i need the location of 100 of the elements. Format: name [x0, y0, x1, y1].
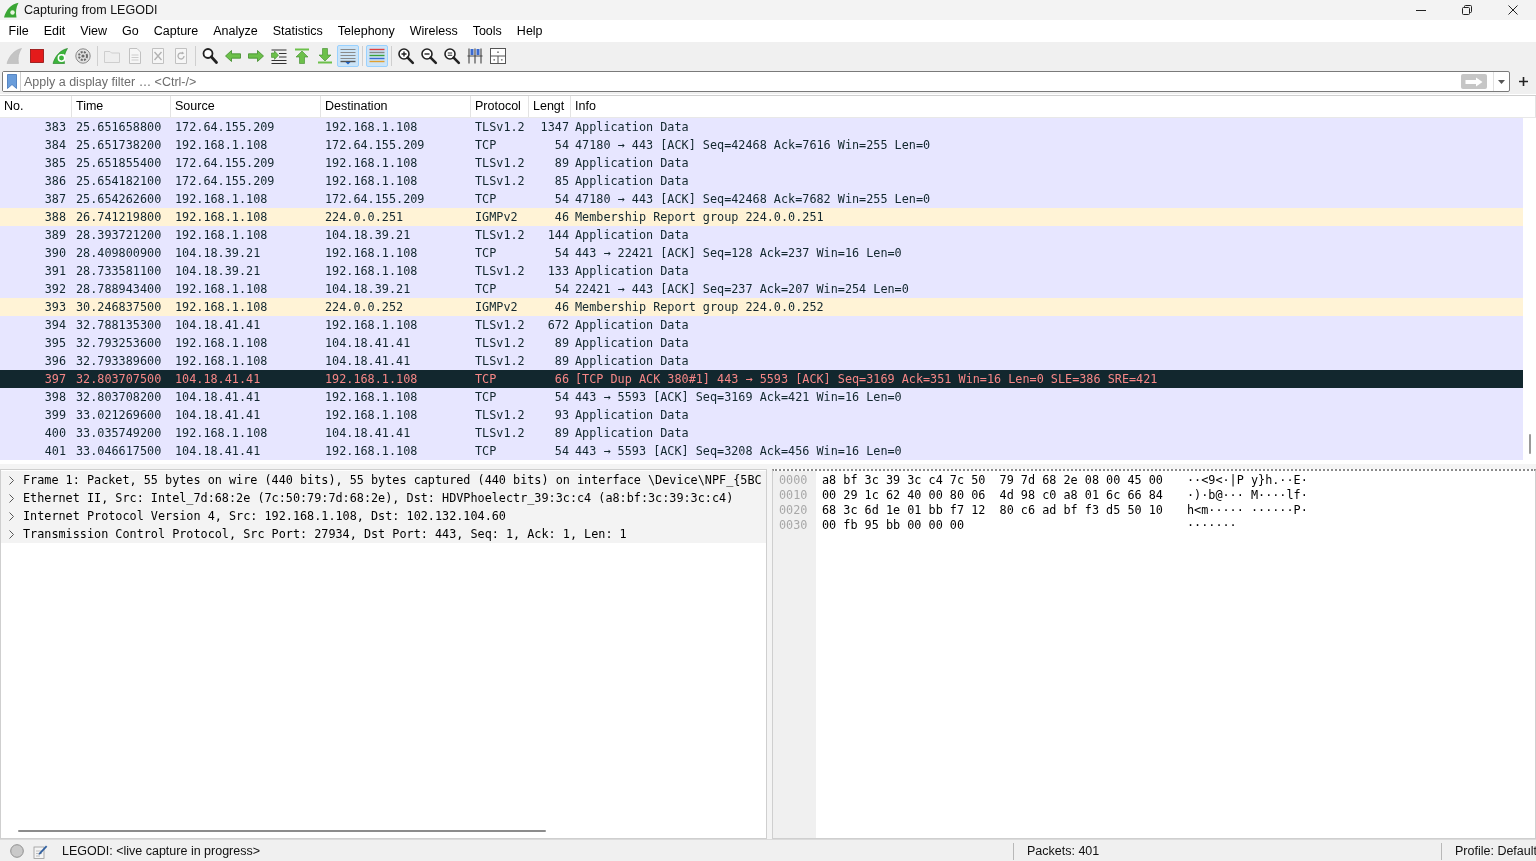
packet-length: 89: [554, 336, 569, 350]
packet-row[interactable]: 384 25.651738200 192.168.1.108 172.64.155.209 TCP 54 47180 → 443 [ACK] Seq=42468 Ack=7616 Win=255 Len=0: [0, 136, 1523, 154]
packet-number: 394: [44, 318, 66, 332]
packet-info: Application Data: [575, 120, 689, 134]
menu-item[interactable]: Go: [114, 21, 147, 41]
status-circle-icon[interactable]: [10, 844, 24, 858]
packet-time: 33.046617500: [76, 444, 162, 458]
packet-row[interactable]: 392 28.788943400 192.168.1.108 104.18.39.21 TCP 54 22421 → 443 [ACK] Seq=237 Ack=207 Win=254 Len=0: [0, 280, 1523, 298]
document-close-icon: [149, 46, 167, 65]
source-address: 192.168.1.108: [175, 300, 268, 314]
menu-item[interactable]: Help: [509, 21, 551, 41]
packet-row[interactable]: 398 32.803708200 104.18.41.41 192.168.1.108 TCP 54 443 → 5593 [ACK] Seq=3169 Ack=421 Win=16 Len=0: [0, 388, 1523, 406]
column-header[interactable]: No.: [0, 96, 72, 117]
protocol-name: TCP: [475, 372, 497, 386]
source-address: 104.18.41.41: [175, 408, 261, 422]
packet-length: 54: [554, 282, 569, 296]
packet-time: 33.035749200: [76, 426, 162, 440]
packet-time: 32.803707500: [76, 372, 162, 386]
packet-row[interactable]: 396 32.793389600 192.168.1.108 104.18.41.41 TLSv1.2 89 Application Data: [0, 352, 1523, 370]
packet-row[interactable]: 388 26.741219800 192.168.1.108 224.0.0.251 IGMPv2 46 Membership Report group 224.0.0.251: [0, 208, 1523, 226]
tree-item[interactable]: Frame 1: Packet, 55 bytes on wire (440 bits), 55 bytes captured (440 bits) on interface \Device\NPF_{5BC: [1, 471, 766, 489]
arrow-up-icon: [293, 46, 311, 65]
packet-row[interactable]: 401 33.046617500 104.18.41.41 192.168.1.108 TCP 54 443 → 5593 [ACK] Seq=3208 Ack=456 Win=16 Len=0: [0, 442, 1523, 460]
destination-address: 104.18.41.41: [325, 426, 411, 440]
packet-time: 25.654262600: [76, 192, 162, 206]
packet-time: 32.788135300: [76, 318, 162, 332]
fin-logo-icon: [3, 2, 19, 18]
packet-info: Application Data: [575, 318, 689, 332]
colorize-button[interactable]: [366, 44, 388, 67]
tree-item[interactable]: Ethernet II, Src: Intel_7d:68:2e (7c:50:79:7d:68:2e), Dst: HDVPhoelectr_39:3c:c4 (a8:bf:3c:39:3c:c4): [1, 489, 766, 507]
packet-row[interactable]: 385 25.651855400 172.64.155.209 192.168.1.108 TLSv1.2 89 Application Data: [0, 154, 1523, 172]
source-address: 192.168.1.108: [175, 192, 268, 206]
destination-address: 192.168.1.108: [325, 246, 418, 260]
menu-item[interactable]: Capture: [146, 21, 206, 41]
auto-scroll-button[interactable]: [337, 44, 359, 67]
packet-row[interactable]: 389 28.393721200 192.168.1.108 104.18.39.21 TLSv1.2 144 Application Data: [0, 226, 1523, 244]
column-header[interactable]: Source: [171, 96, 321, 117]
horizontal-scrollbar[interactable]: [18, 829, 546, 832]
packet-row[interactable]: 400 33.035749200 192.168.1.108 104.18.41.41 TLSv1.2 89 Application Data: [0, 424, 1523, 442]
vertical-scrollbar[interactable]: [1528, 434, 1531, 454]
packet-info: Application Data: [575, 174, 689, 188]
columns-icon: [466, 46, 484, 65]
destination-address: 104.18.39.21: [325, 228, 411, 242]
menu-item[interactable]: Telephony: [330, 21, 403, 41]
bookmark-button[interactable]: [3, 72, 21, 91]
source-address: 192.168.1.108: [175, 426, 268, 440]
packet-length: 672: [547, 318, 569, 332]
tree-item[interactable]: Internet Protocol Version 4, Src: 192.168.1.108, Dst: 102.132.104.60: [1, 507, 766, 525]
packet-row[interactable]: 386 25.654182100 172.64.155.209 192.168.1.108 TLSv1.2 85 Application Data: [0, 172, 1523, 190]
packet-length: 54: [554, 192, 569, 206]
column-header[interactable]: Destination: [321, 96, 471, 117]
destination-address: 104.18.39.21: [325, 282, 411, 296]
packet-row[interactable]: 394 32.788135300 104.18.41.41 192.168.1.108 TLSv1.2 672 Application Data: [0, 316, 1523, 334]
menu-item[interactable]: Wireless: [402, 21, 466, 41]
menu-item[interactable]: File: [1, 21, 37, 41]
packet-number: 395: [44, 336, 66, 350]
packet-row[interactable]: 387 25.654262600 192.168.1.108 172.64.155.209 TCP 54 47180 → 443 [ACK] Seq=42468 Ack=7682 Win=255 Len=0: [0, 190, 1523, 208]
source-address: 192.168.1.108: [175, 138, 268, 152]
packet-info: 443 → 5593 [ACK] Seq=3169 Ack=421 Win=16 Len=0: [575, 390, 902, 404]
packet-number: 387: [44, 192, 66, 206]
menu-item[interactable]: Tools: [465, 21, 510, 41]
packet-row[interactable]: 397 32.803707500 104.18.41.41 192.168.1.108 TCP 66 [TCP Dup ACK 380#1] 443 → 5593 [ACK] Seq=3169 Ack=351 Win=16 Len=0 SLE=386 SRE=421: [0, 370, 1523, 388]
packet-number: 392: [44, 282, 66, 296]
packet-time: 26.741219800: [76, 210, 162, 224]
destination-address: 224.0.0.251: [325, 210, 404, 224]
menu-item[interactable]: Edit: [36, 21, 73, 41]
column-header[interactable]: Info: [571, 96, 1536, 117]
menu-item[interactable]: View: [72, 21, 115, 41]
packet-count: Packets: 401: [1027, 844, 1100, 858]
column-header[interactable]: Protocol: [471, 96, 529, 117]
packet-number: 384: [44, 138, 66, 152]
source-address: 172.64.155.209: [175, 156, 275, 170]
packet-row[interactable]: 383 25.651658800 172.64.155.209 192.168.1.108 TLSv1.2 1347 Application Data: [0, 118, 1523, 136]
protocol-name: TCP: [475, 444, 497, 458]
packet-number: 400: [44, 426, 66, 440]
packet-row[interactable]: 393 30.246837500 192.168.1.108 224.0.0.252 IGMPv2 46 Membership Report group 224.0.0.252: [0, 298, 1523, 316]
menu-item[interactable]: Statistics: [265, 21, 331, 41]
packet-info: 443 → 5593 [ACK] Seq=3208 Ack=456 Win=16 Len=0: [575, 444, 902, 458]
packet-time: 28.409800900: [76, 246, 162, 260]
edit-note-icon[interactable]: [33, 843, 48, 859]
packet-row[interactable]: 391 28.733581100 104.18.39.21 192.168.1.108 TLSv1.2 133 Application Data: [0, 262, 1523, 280]
packet-row[interactable]: 395 32.793253600 192.168.1.108 104.18.41.41 TLSv1.2 89 Application Data: [0, 334, 1523, 352]
document-icon: [126, 46, 144, 65]
destination-address: 224.0.0.252: [325, 300, 404, 314]
source-address: 192.168.1.108: [175, 282, 268, 296]
packet-row[interactable]: 399 33.021269600 104.18.41.41 192.168.1.108 TLSv1.2 93 Application Data: [0, 406, 1523, 424]
column-header[interactable]: Time: [72, 96, 171, 117]
source-address: 104.18.41.41: [175, 390, 261, 404]
source-address: 192.168.1.108: [175, 336, 268, 350]
source-address: 104.18.39.21: [175, 264, 261, 278]
packet-row[interactable]: 390 28.409800900 104.18.39.21 192.168.1.108 TCP 54 443 → 22421 [ACK] Seq=128 Ack=237 Win=16 Len=0: [0, 244, 1523, 262]
tree-item[interactable]: Transmission Control Protocol, Src Port: 27934, Dst Port: 443, Seq: 1, Ack: 1, Len: 1: [1, 525, 766, 543]
packet-number: 393: [44, 300, 66, 314]
destination-address: 172.64.155.209: [325, 138, 425, 152]
packet-time: 25.651658800: [76, 120, 162, 134]
menu-item[interactable]: Analyze: [205, 21, 266, 41]
packet-info: Application Data: [575, 156, 689, 170]
source-address: 104.18.41.41: [175, 372, 261, 386]
column-header[interactable]: Lengt: [529, 96, 571, 117]
packet-time: 28.393721200: [76, 228, 162, 242]
